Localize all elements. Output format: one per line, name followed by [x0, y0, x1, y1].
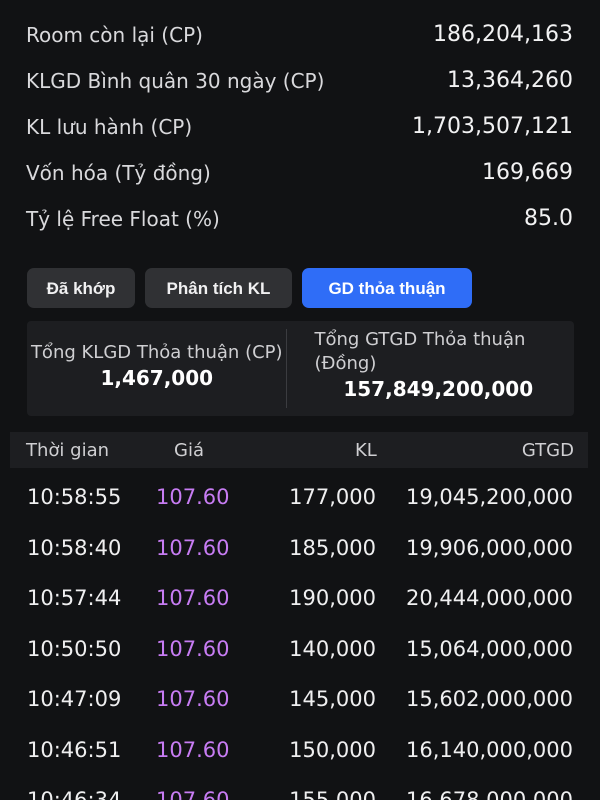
summary-value: 157,849,200,000 [343, 377, 534, 401]
trade-price: 107.60 [156, 586, 230, 610]
trade-table-body: 10:58:55 107.60 177,000 19,045,200,000 1… [0, 472, 600, 800]
tab-negotiated-trades[interactable]: GD thỏa thuận [302, 268, 472, 308]
stat-value: 1,703,507,121 [412, 114, 573, 139]
stock-detail-screen: Room còn lại (CP) 186,204,163 KLGD Bình … [0, 0, 600, 800]
summary-label-line-2: (Đồng) [314, 353, 377, 374]
trade-value: 19,045,200,000 [406, 485, 573, 509]
total-volume-summary: Tổng KLGD Thỏa thuận (CP) 1,467,000 [27, 321, 287, 416]
stat-row-average-volume: KLGD Bình quân 30 ngày (CP) 13,364,260 [26, 58, 573, 104]
column-price: Giá [174, 439, 204, 461]
trade-time: 10:50:50 [27, 636, 122, 661]
trade-time: 10:47:09 [27, 687, 122, 711]
table-row: 10:58:40 107.60 185,000 19,906,000,000 [0, 523, 600, 574]
stat-row-market-cap: Vốn hóa (Tỷ đồng) 169,669 [26, 150, 573, 196]
table-row: 10:50:50 107.60 140,000 15,064,000,000 [0, 624, 600, 675]
trade-price: 107.60 [156, 687, 230, 711]
stat-row-room: Room còn lại (CP) 186,204,163 [26, 12, 573, 58]
trade-time: 10:46:51 [27, 737, 122, 762]
trade-tabs: Đã khớp Phân tích KL GD thỏa thuận [27, 268, 472, 308]
stat-label: Room còn lại (CP) [26, 23, 203, 47]
trade-volume: 190,000 [289, 586, 376, 610]
summary-label-line-1: Tổng GTGD Thỏa thuận [314, 329, 526, 350]
stock-statistics: Room còn lại (CP) 186,204,163 KLGD Bình … [26, 12, 573, 242]
trade-time: 10:46:34 [27, 788, 122, 800]
table-row: 10:58:55 107.60 177,000 19,045,200,000 [0, 472, 600, 523]
stat-row-free-float: Tỷ lệ Free Float (%) 85.0 [26, 196, 573, 242]
trade-value: 15,602,000,000 [406, 687, 573, 711]
trade-value: 19,906,000,000 [406, 535, 573, 560]
trade-price: 107.60 [156, 636, 230, 661]
trade-value: 20,444,000,000 [406, 586, 573, 610]
trade-price: 107.60 [156, 485, 230, 509]
trade-price: 107.60 [156, 737, 230, 762]
stat-value: 186,204,163 [433, 22, 573, 47]
table-row: 10:46:34 107.60 155,000 16,678,000,000 [0, 775, 600, 800]
stat-label: Tỷ lệ Free Float (%) [26, 207, 220, 231]
trade-volume: 185,000 [289, 535, 376, 560]
summary-label: Tổng KLGD Thỏa thuận (CP) [30, 342, 283, 363]
trade-volume: 140,000 [289, 636, 376, 661]
table-row: 10:47:09 107.60 145,000 15,602,000,000 [0, 674, 600, 725]
trade-time: 10:58:55 [27, 485, 122, 509]
trade-price: 107.60 [156, 535, 230, 560]
trade-time: 10:58:40 [27, 535, 122, 560]
tab-matched[interactable]: Đã khớp [27, 268, 135, 308]
trade-table-header: Thời gian Giá KL GTGD [10, 432, 588, 468]
trade-value: 16,678,000,000 [406, 788, 573, 800]
stat-row-outstanding-volume: KL lưu hành (CP) 1,703,507,121 [26, 104, 573, 150]
trade-volume: 155,000 [289, 788, 376, 800]
stat-label: KLGD Bình quân 30 ngày (CP) [26, 69, 325, 93]
trade-value: 16,140,000,000 [406, 737, 573, 762]
tab-volume-analysis[interactable]: Phân tích KL [145, 268, 292, 308]
trade-volume: 145,000 [289, 687, 376, 711]
trade-time: 10:57:44 [27, 586, 122, 610]
stat-label: Vốn hóa (Tỷ đồng) [26, 161, 211, 185]
negotiated-summary-card: Tổng KLGD Thỏa thuận (CP) 1,467,000 Tổng… [27, 321, 574, 416]
trade-value: 15,064,000,000 [406, 636, 573, 661]
column-value: GTGD [521, 439, 574, 461]
trade-volume: 177,000 [289, 485, 376, 509]
summary-value: 1,467,000 [100, 366, 214, 390]
stat-value: 85.0 [524, 206, 573, 231]
stat-value: 169,669 [482, 160, 573, 185]
stat-value: 13,364,260 [447, 68, 573, 93]
trade-volume: 150,000 [289, 737, 376, 762]
table-row: 10:46:51 107.60 150,000 16,140,000,000 [0, 725, 600, 776]
column-time: Thời gian [26, 439, 110, 461]
table-row: 10:57:44 107.60 190,000 20,444,000,000 [0, 573, 600, 624]
trade-price: 107.60 [156, 788, 230, 800]
stat-label: KL lưu hành (CP) [26, 115, 193, 139]
column-volume: KL [355, 439, 377, 461]
total-value-summary: Tổng GTGD Thỏa thuận (Đồng) 157,849,200,… [287, 321, 575, 416]
